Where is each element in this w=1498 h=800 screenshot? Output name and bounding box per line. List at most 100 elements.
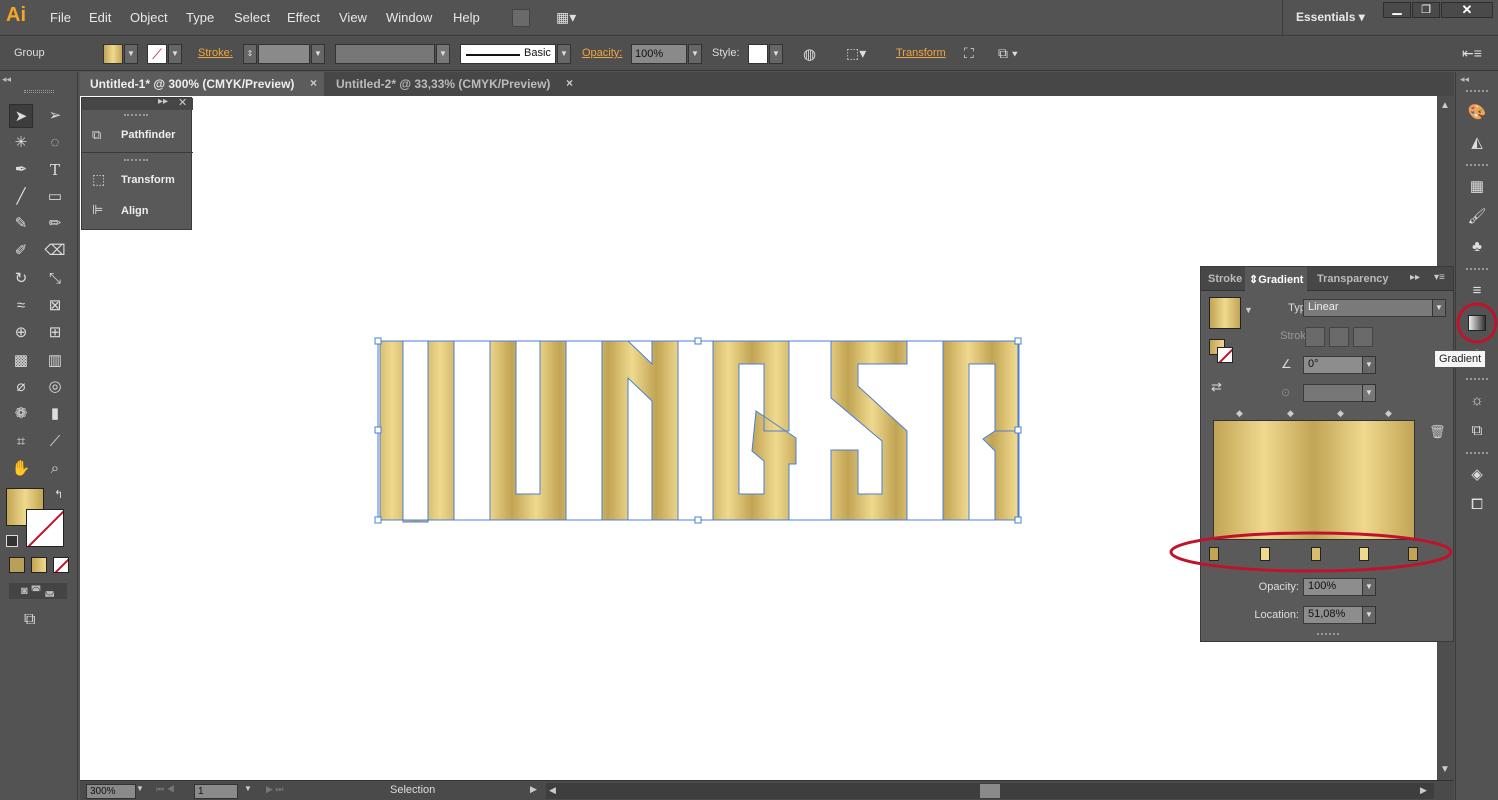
artboards-panel-icon[interactable]: ⧠ [1464, 494, 1490, 516]
scroll-right-icon[interactable]: ▶ [1420, 785, 1427, 796]
arrange-documents-icon[interactable]: ▦▾ [556, 9, 586, 27]
stop-opacity-field[interactable]: 100% [1303, 578, 1363, 596]
close-button[interactable]: ✕ [1441, 2, 1493, 18]
symbol-sprayer-tool-icon[interactable]: ❁ [9, 402, 33, 426]
stroke-across-icon[interactable] [1353, 327, 1373, 347]
color-guide-icon[interactable]: ◭ [1464, 132, 1490, 154]
brush-definition[interactable]: Basic [460, 44, 556, 64]
tab-untitled-2[interactable]: Untitled-2* @ 33,33% (CMYK/Preview) × [326, 72, 586, 96]
restore-button[interactable]: ❐ [1412, 2, 1440, 18]
opacity-dropdown[interactable]: ▼ [688, 44, 702, 64]
fill-dropdown[interactable]: ▼ [124, 44, 138, 64]
next-artboard-icon[interactable]: ▶ ⏭ [266, 784, 284, 795]
layers-panel-icon[interactable]: ◈ [1464, 464, 1490, 486]
menu-file[interactable]: File [50, 10, 71, 25]
close-tab-icon[interactable]: × [566, 76, 573, 90]
stroke-weight-field[interactable] [258, 44, 310, 64]
scroll-up-icon[interactable]: ▲ [1440, 100, 1450, 111]
menu-select[interactable]: Select [234, 10, 270, 25]
scroll-left-icon[interactable]: ◀ [549, 785, 556, 796]
panel-header[interactable]: ▸▸ ✕ [82, 96, 193, 110]
screen-mode-icon[interactable]: ⧉ [24, 611, 35, 629]
magic-wand-tool-icon[interactable]: ✳ [9, 131, 33, 155]
menu-view[interactable]: View [339, 10, 367, 25]
menu-help[interactable]: Help [453, 10, 480, 25]
grip-icon[interactable] [1466, 268, 1488, 270]
current-tool-status[interactable]: Selection [390, 784, 435, 796]
stop-location-field[interactable]: 51,08% [1303, 606, 1363, 624]
lasso-tool-icon[interactable]: ◌ [43, 131, 67, 155]
type-tool-icon[interactable]: T [43, 158, 67, 182]
stroke-mini-swatch[interactable] [1217, 347, 1233, 363]
scale-tool-icon[interactable]: ⤡ [43, 267, 67, 291]
color-panel-icon[interactable]: 🎨 [1464, 102, 1490, 124]
slice-tool-icon[interactable]: ⟋ [43, 430, 67, 454]
grip-icon[interactable] [1466, 452, 1488, 454]
column-graph-tool-icon[interactable]: ▮ [43, 402, 67, 426]
tab-stroke[interactable]: Stroke [1208, 273, 1242, 285]
expand-panel-icon[interactable]: ▸▸ [1410, 272, 1420, 283]
isolate-group-icon[interactable]: ⛶ [964, 45, 974, 62]
angle-field[interactable]: 0° [1303, 356, 1363, 374]
collapse-icon[interactable]: ◂◂ [2, 74, 11, 85]
opacity-label[interactable]: Opacity: [582, 47, 622, 59]
stroke-weight-dropdown[interactable]: ▼ [311, 44, 325, 64]
expand-panel-icon[interactable]: ▸▸ [158, 96, 168, 107]
style-dropdown[interactable]: ▼ [769, 44, 783, 64]
stroke-panel-icon[interactable]: ≡ [1464, 280, 1490, 302]
stroke-weight-stepper[interactable]: ⇕ [243, 44, 257, 64]
tab-transparency[interactable]: Transparency [1317, 273, 1389, 285]
stroke-color-dropdown[interactable]: ▼ [168, 44, 182, 64]
menu-effect[interactable]: Effect [287, 10, 320, 25]
free-transform-tool-icon[interactable]: ⊠ [43, 294, 67, 318]
gradient-slider-preview[interactable] [1213, 420, 1415, 540]
midpoint-diamond-icon[interactable]: ◆ [1236, 408, 1243, 419]
appearance-panel-icon[interactable]: ☼ [1464, 390, 1490, 412]
panel-menu-icon[interactable]: ▾≡ [1434, 272, 1445, 283]
hand-tool-icon[interactable]: ✋ [9, 457, 33, 481]
stroke-within-icon[interactable] [1305, 327, 1325, 347]
gradient-preset-dropdown[interactable]: ▼ [1244, 305, 1253, 315]
variable-width-profile[interactable] [335, 44, 435, 64]
menu-type[interactable]: Type [186, 10, 214, 25]
blend-tool-icon[interactable]: ◎ [43, 375, 67, 399]
drawing-modes-icon[interactable]: ◙ ◚ ◛ [9, 583, 67, 599]
scroll-down-icon[interactable]: ▼ [1440, 764, 1450, 775]
midpoint-diamond-icon[interactable]: ◆ [1337, 408, 1344, 419]
type-dropdown[interactable]: ▼ [1432, 299, 1446, 317]
swatches-panel-icon[interactable]: ▦ [1464, 176, 1490, 198]
graphic-styles-panel-icon[interactable]: ⧉ [1464, 420, 1490, 442]
close-panel-icon[interactable]: ✕ [178, 96, 187, 109]
pencil-tool-icon[interactable]: ✏ [43, 212, 67, 236]
transform-link[interactable]: Transform [896, 47, 946, 59]
midpoint-diamond-icon[interactable]: ◆ [1385, 408, 1392, 419]
tab-gradient[interactable]: ⇕Gradient [1245, 267, 1307, 291]
eraser-tool-icon[interactable]: ⌫ [43, 239, 67, 263]
gradient-type-select[interactable]: Linear [1303, 299, 1437, 317]
line-tool-icon[interactable]: ╱ [9, 185, 33, 209]
grip-icon[interactable] [24, 90, 54, 93]
stroke-color-box[interactable] [26, 509, 64, 547]
paintbrush-tool-icon[interactable]: ✎ [9, 212, 33, 236]
zoom-field[interactable]: 300% [86, 784, 136, 799]
artboard-number-field[interactable]: 1 [194, 784, 238, 799]
angle-dropdown[interactable]: ▼ [1362, 356, 1376, 374]
grip-icon[interactable] [1466, 90, 1488, 92]
eyedropper-tool-icon[interactable]: ⌀ [9, 375, 33, 399]
opacity-dropdown[interactable]: ▼ [1362, 578, 1376, 596]
pathfinder-panel-button[interactable]: Pathfinder [121, 129, 175, 141]
tab-untitled-1[interactable]: Untitled-1* @ 300% (CMYK/Preview) × [80, 72, 324, 96]
selection-tool-icon[interactable]: ➤ [9, 104, 33, 128]
align-panel-button[interactable]: Align [121, 205, 149, 217]
transform-panel-button[interactable]: Transform [121, 174, 175, 186]
graphic-style-swatch[interactable] [748, 44, 768, 64]
envelope-icon[interactable]: ⧉ ▾ [998, 45, 1018, 62]
grip-icon[interactable] [1466, 164, 1488, 166]
bridge-icon[interactable] [512, 9, 530, 27]
mesh-tool-icon[interactable]: ▩ [9, 349, 33, 373]
status-menu-icon[interactable]: ▶ [530, 784, 537, 795]
horizontal-scrollbar[interactable]: ◀ ▶ [546, 783, 1434, 799]
default-fill-stroke-icon[interactable] [6, 535, 18, 547]
brushes-panel-icon[interactable]: 🖌 [1464, 206, 1490, 228]
artboard-tool-icon[interactable]: ⌗ [9, 430, 33, 454]
